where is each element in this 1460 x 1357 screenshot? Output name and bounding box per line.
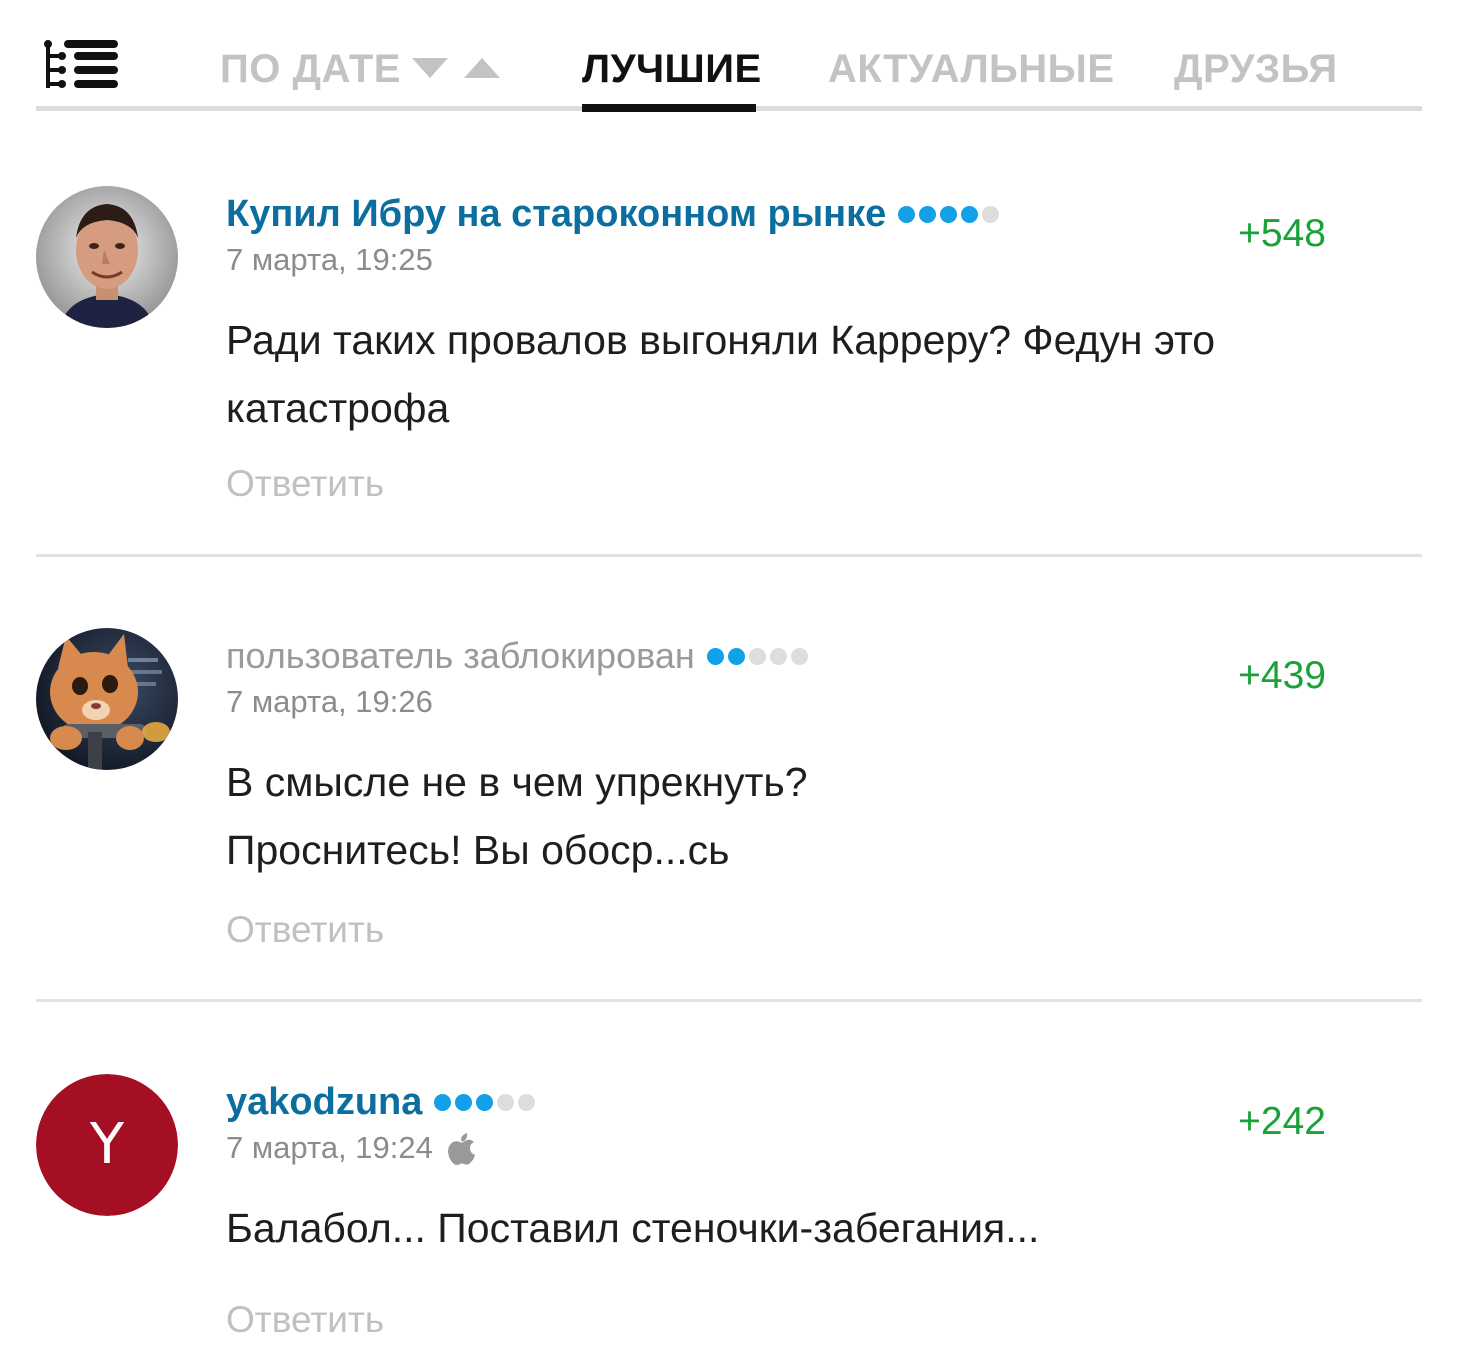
rating-dot-empty [497, 1093, 515, 1111]
rating-dot-empty [769, 647, 787, 665]
tab-best[interactable]: ЛУЧШИЕ [582, 46, 762, 92]
rating-dot-filled [940, 205, 958, 223]
comment-text: В смысле не в чем упрекнуть? Проснитесь!… [226, 748, 1336, 884]
author-name[interactable]: пользователь заблокирован [226, 634, 695, 678]
rating-dot-filled [434, 1093, 452, 1111]
tab-actual[interactable]: АКТУАЛЬНЫЕ [828, 46, 1115, 92]
comment-text-line: Балабол... Поставил стеночки-забегания..… [226, 1205, 1040, 1251]
rating-dot-filled [727, 647, 745, 665]
reply-button[interactable]: Ответить [226, 908, 384, 952]
comment-text-line: В смысле не в чем упрекнуть? [226, 759, 808, 805]
rating-dot-filled [898, 205, 916, 223]
rating-dot-filled [476, 1093, 494, 1111]
avatar-letter: Y [36, 1074, 178, 1216]
rating-dot-filled [919, 205, 937, 223]
comment-header: Купил Ибру на староконном рынке [226, 192, 1000, 236]
comment-text-line: Проснитесь! Вы обоср...сь [226, 827, 730, 873]
rating-dot-empty [982, 205, 1000, 223]
comment-text-line: катастрофа [226, 385, 450, 431]
comment-divider [36, 999, 1422, 1002]
rating-dot-empty [518, 1093, 536, 1111]
comment-sort-tabs: ПО ДАТЕ ЛУЧШИЕ АКТУАЛЬНЫЕ ДРУЗЬЯ [36, 0, 1422, 112]
comment-time: 7 марта, 19:24 [226, 1130, 477, 1166]
author-name[interactable]: Купил Ибру на староконном рынке [226, 192, 886, 236]
author-name[interactable]: yakodzuna [226, 1080, 422, 1124]
apple-icon [447, 1133, 475, 1165]
comment-text-line: Ради таких провалов выгоняли Карреру? Фе… [226, 317, 1216, 363]
rating-dot-filled [706, 647, 724, 665]
reply-button[interactable]: Ответить [226, 1298, 384, 1342]
avatar[interactable] [36, 628, 178, 770]
comment-score: +242 [1238, 1100, 1326, 1143]
user-rating [898, 205, 1000, 223]
user-rating [434, 1093, 536, 1111]
tab-by-date[interactable]: ПО ДАТЕ [220, 46, 401, 92]
active-tab-indicator [582, 104, 756, 112]
user-rating [706, 647, 808, 665]
timestamp: 7 марта, 19:26 [226, 684, 433, 719]
comment-header: пользователь заблокирован [226, 634, 808, 678]
timestamp: 7 марта, 19:25 [226, 242, 433, 277]
comment-text: Балабол... Поставил стеночки-забегания..… [226, 1194, 1336, 1262]
sort-up-icon [464, 58, 500, 78]
comment-time: 7 марта, 19:26 [226, 684, 433, 720]
sort-direction-toggle[interactable] [412, 54, 502, 82]
comment-score: +548 [1238, 212, 1326, 255]
tree-view-icon[interactable] [44, 40, 118, 92]
reply-button[interactable]: Ответить [226, 462, 384, 506]
avatar[interactable]: Y [36, 1074, 178, 1216]
avatar[interactable] [36, 186, 178, 328]
rating-dot-filled [961, 205, 979, 223]
comment-time: 7 марта, 19:25 [226, 242, 433, 278]
comment-score: +439 [1238, 654, 1326, 697]
comment-header: yakodzuna [226, 1080, 536, 1124]
rating-dot-empty [790, 647, 808, 665]
tab-friends[interactable]: ДРУЗЬЯ [1174, 46, 1338, 92]
rating-dot-empty [748, 647, 766, 665]
timestamp: 7 марта, 19:24 [226, 1130, 433, 1165]
sort-down-icon [412, 58, 448, 78]
rating-dot-filled [455, 1093, 473, 1111]
comment-divider [36, 554, 1422, 557]
comment-text: Ради таких провалов выгоняли Карреру? Фе… [226, 306, 1336, 442]
